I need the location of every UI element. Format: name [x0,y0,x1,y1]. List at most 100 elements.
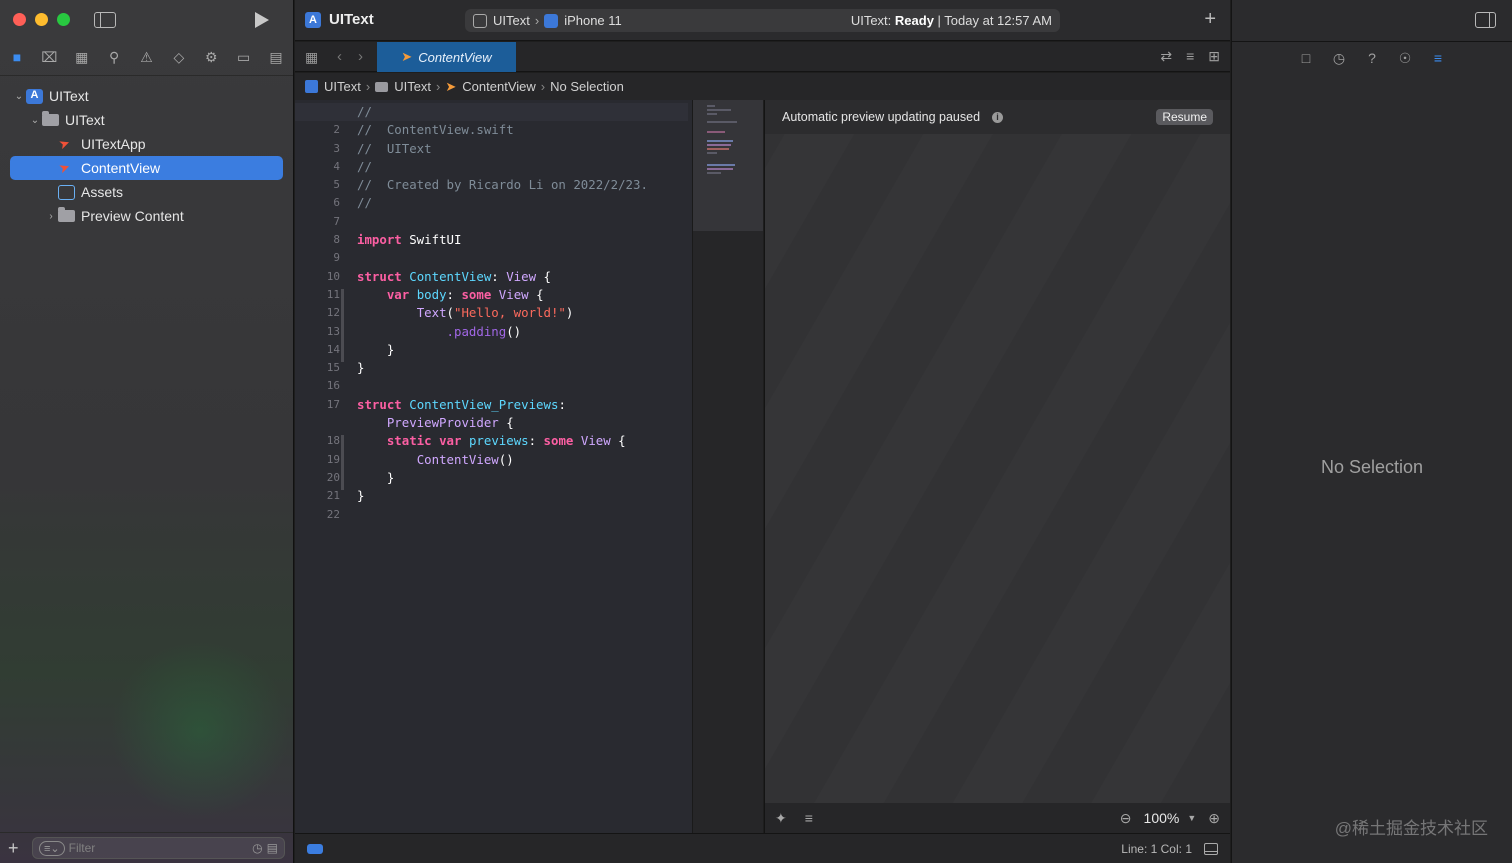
related-items-icon[interactable]: ▦ [305,49,318,66]
variants-icon[interactable]: ≡ [805,810,813,826]
code-line[interactable]: .padding() [357,323,688,341]
code-line[interactable]: } [357,359,688,377]
preview-canvas-pane: Automatic preview updating paused i Resu… [764,100,1230,833]
code-line[interactable]: // [357,194,688,212]
tree-item-contentview[interactable]: ContentView [10,156,283,180]
minimap[interactable] [692,100,763,833]
zoom-out-icon[interactable]: ⊖ [1120,810,1132,827]
zoom-in-icon[interactable]: ⊕ [1208,810,1220,827]
identity-inspector-icon[interactable]: ☉ [1396,49,1414,67]
editor-options-icon[interactable]: ≡ [1186,48,1194,65]
tree-item-group[interactable]: ⌄ UIText [10,108,283,132]
code-line[interactable]: // [295,103,688,122]
tree-item-project[interactable]: ⌄ UIText [10,84,283,108]
inspector-tab-bar: □ ◷ ? ☉ ≡ [1232,41,1512,73]
file-inspector-icon[interactable]: □ [1297,49,1315,67]
resume-button[interactable]: Resume [1156,109,1213,125]
report-icon[interactable]: ▤ [267,48,285,66]
line-number: 2 [333,123,340,137]
status-prefix: UIText: [850,13,895,28]
code-line[interactable]: // Created by Ricardo Li on 2022/2/23. [357,176,688,194]
minimap-line [707,164,735,166]
code-line[interactable]: struct ContentView_Previews: [357,396,688,414]
back-icon[interactable]: ‹ [337,48,342,65]
warning-icon[interactable]: ⚠ [138,48,156,66]
search-icon[interactable]: ⚲ [105,48,123,66]
code-line[interactable]: PreviewProvider { [357,414,688,432]
breadcrumb-item-symbol[interactable]: No Selection [550,79,624,94]
tree-item-uitextapp[interactable]: UITextApp [10,132,283,156]
zoom-level[interactable]: 100% [1144,810,1180,826]
code-text[interactable]: // // ContentView.swift // UIText // // … [295,103,688,524]
code-fold-ribbon[interactable] [341,289,344,362]
breadcrumb-item-project[interactable]: UIText [324,79,361,94]
sidebar-toggle-icon[interactable] [94,12,116,28]
chevron-down-icon[interactable]: ⌄ [28,115,42,126]
code-line[interactable]: } [357,341,688,359]
run-button[interactable] [255,12,269,28]
code-line[interactable] [357,506,688,524]
history-inspector-icon[interactable]: ◷ [1330,49,1348,67]
source-control-icon[interactable]: ⌧ [40,48,58,66]
code-line[interactable] [357,249,688,267]
tree-item-assets[interactable]: Assets [10,180,283,204]
code-line[interactable]: } [357,487,688,505]
tree-item-preview-content[interactable]: › Preview Content [10,204,283,228]
code-line[interactable]: // UIText [357,140,688,158]
debug-icon[interactable]: ⚙ [202,48,220,66]
debug-area-toggle-icon[interactable] [1204,842,1218,855]
info-icon[interactable]: i [992,111,1004,123]
tab-contentview[interactable]: ➤ ContentView [377,42,516,72]
filter-field[interactable]: ≡⌄ ◷ ▤ [32,837,285,859]
activity-view[interactable]: UIText › iPhone 11 UIText: Ready | Today… [465,9,1060,32]
app-icon [26,88,43,104]
chevron-right-icon[interactable]: › [44,211,58,222]
code-fold-ribbon[interactable] [341,435,344,490]
preview-canvas[interactable] [765,134,1230,803]
source-editor[interactable]: 1 2 3 4 5 6 7 8 9 10 11 12 13 14 15 16 1… [295,100,692,833]
folder-icon[interactable]: ■ [8,48,26,66]
help-inspector-icon[interactable]: ? [1363,49,1381,67]
chevron-down-icon[interactable]: ⌄ [12,91,26,102]
device-icon [544,13,559,28]
device-selector[interactable]: iPhone 11 [564,13,622,28]
code-line[interactable]: import SwiftUI [357,231,688,249]
code-line[interactable]: } [357,469,688,487]
code-line[interactable]: ContentView() [357,451,688,469]
code-line[interactable]: static var previews: some View { [357,432,688,450]
minimap-line [707,148,729,150]
inspector-toggle-icon[interactable] [1475,12,1496,28]
code-line[interactable]: // [357,158,688,176]
add-editor-icon[interactable]: ⊞ [1208,48,1220,65]
breakpoints-toggle-icon[interactable] [307,843,323,854]
code-line[interactable]: // ContentView.swift [357,121,688,139]
zoom-window-button[interactable] [57,13,70,26]
close-window-button[interactable] [13,13,26,26]
code-line[interactable] [357,213,688,231]
minimize-window-button[interactable] [35,13,48,26]
breadcrumb-item-group[interactable]: UIText [394,79,431,94]
line-number: 10 [326,269,340,283]
breadcrumb-item-file[interactable]: ContentView [462,79,535,94]
code-line[interactable]: var body: some View { [357,286,688,304]
recent-files-icon[interactable]: ◷ [252,841,262,855]
code-line[interactable]: struct ContentView: View { [357,268,688,286]
filter-icon[interactable]: ≡⌄ [39,840,65,856]
add-library-button[interactable]: + [1204,8,1216,31]
test-icon[interactable]: ◇ [170,48,188,66]
code-line[interactable] [357,377,688,395]
hierarchy-icon[interactable]: ▦ [73,48,91,66]
forward-icon[interactable]: › [358,48,363,65]
swap-icon[interactable]: ⇄ [1160,48,1172,65]
project-title: UIText [329,11,374,28]
source-control-filter-icon[interactable]: ▤ [267,841,278,855]
attributes-inspector-icon[interactable]: ≡ [1429,49,1447,67]
pin-icon[interactable]: ✦ [775,810,787,827]
code-line[interactable]: Text("Hello, world!") [357,304,688,322]
add-file-icon[interactable]: + [8,838,28,859]
scheme-selector[interactable]: UIText [493,13,530,28]
chevron-down-icon[interactable]: ▼ [1187,813,1196,823]
breakpoint-icon[interactable]: ▭ [235,48,253,66]
cursor-position: Line: 1 Col: 1 [1121,841,1192,856]
filter-input[interactable] [68,841,249,855]
